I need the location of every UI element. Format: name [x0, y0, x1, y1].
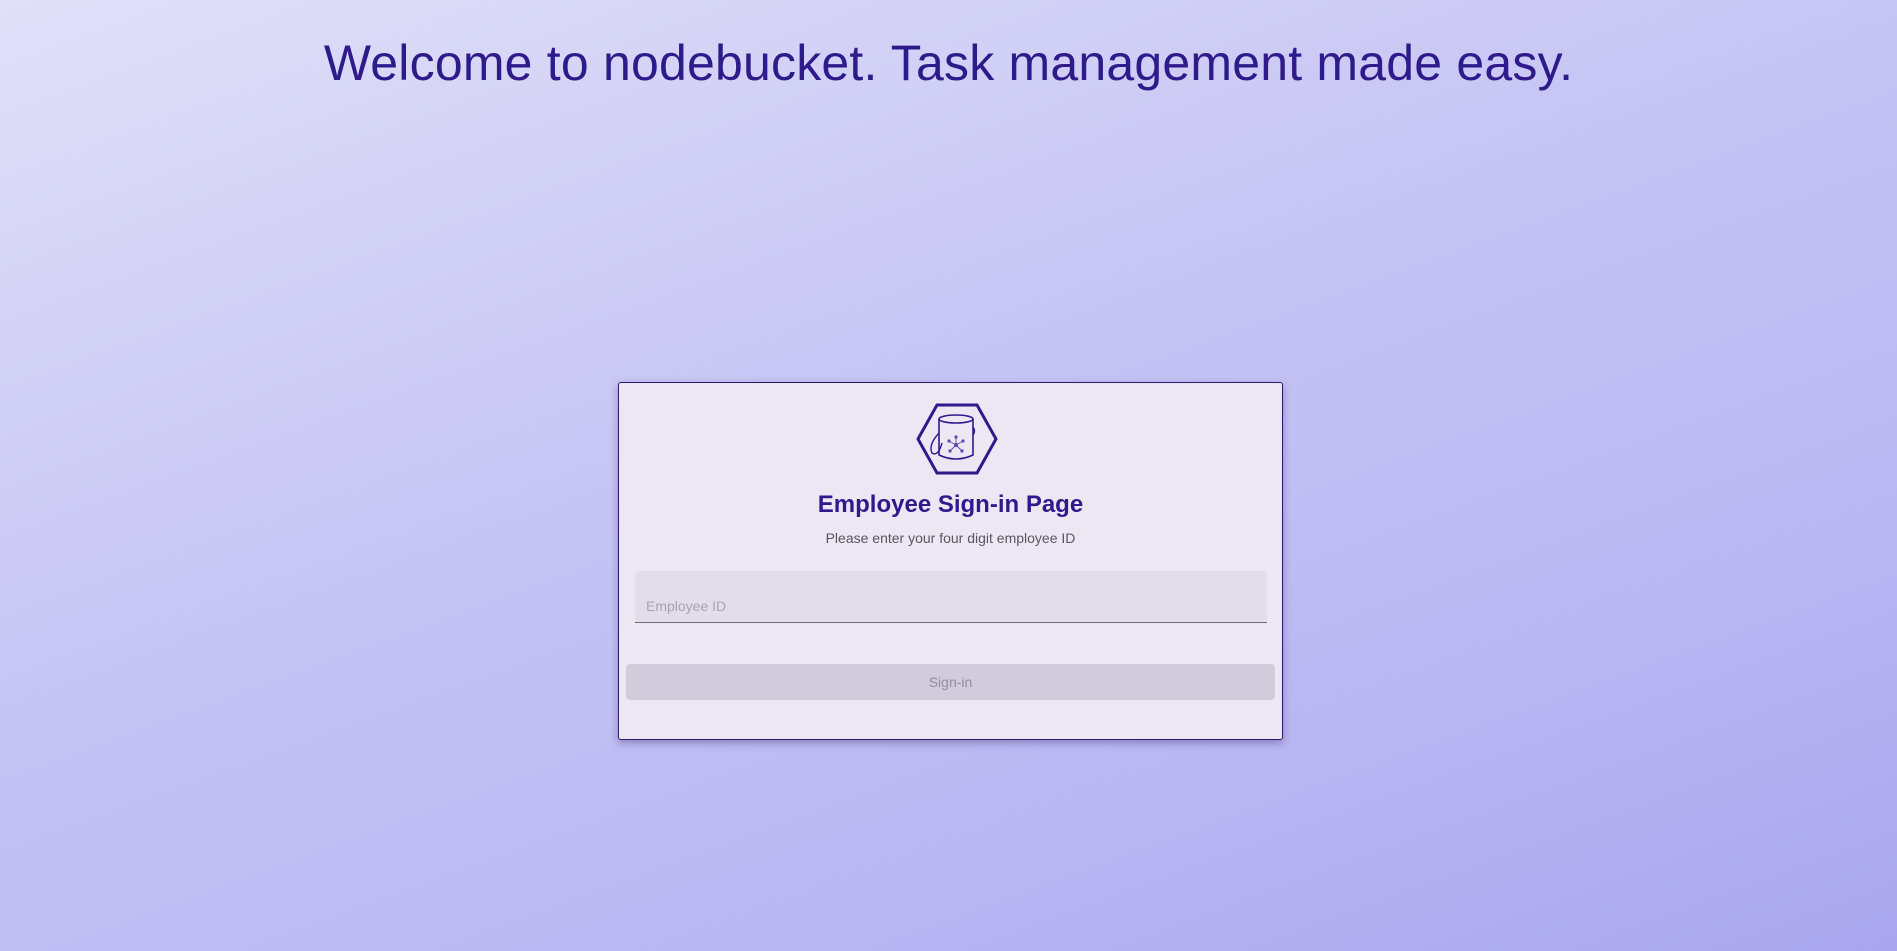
card-subtitle: Please enter your four digit employee ID: [825, 530, 1076, 546]
employee-id-input[interactable]: [635, 571, 1267, 622]
card-title: Employee Sign-in Page: [817, 491, 1084, 518]
bucket-hexagon-icon: [916, 403, 998, 475]
signin-card: Employee Sign-in Page Please enter your …: [618, 382, 1283, 740]
employee-id-field: [635, 571, 1267, 623]
page-headline: Welcome to nodebucket. Task management m…: [323, 35, 1574, 91]
signin-button[interactable]: Sign-in: [626, 664, 1275, 700]
